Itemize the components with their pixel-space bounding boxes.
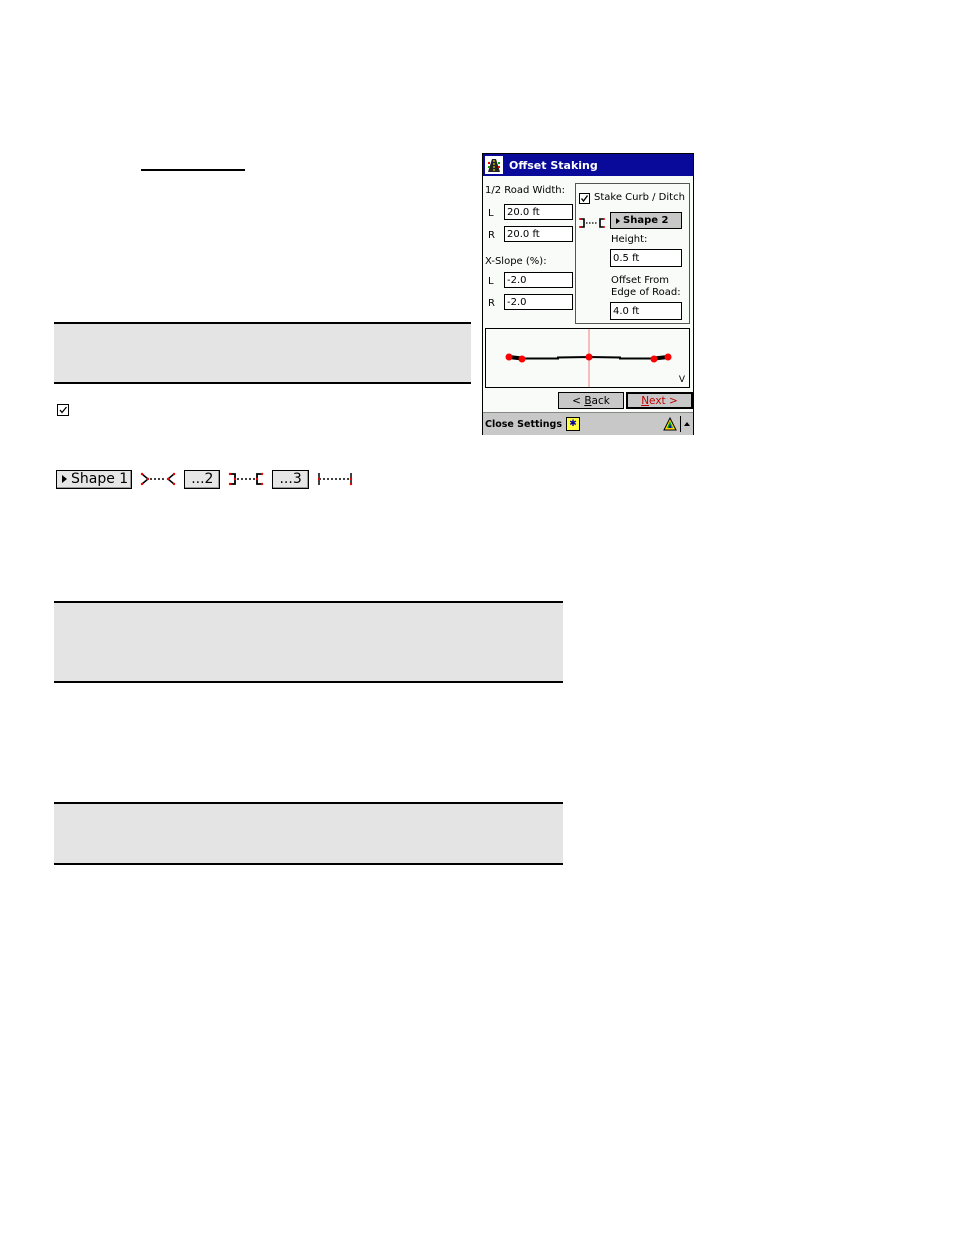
- status-bar: Close Settings ✱: [483, 412, 693, 435]
- shape-3-label: ...3: [279, 470, 302, 487]
- stake-curb-label: Stake Curb / Ditch: [594, 192, 685, 203]
- note-box: [54, 601, 563, 683]
- xslope-left-input[interactable]: -2.0: [504, 272, 573, 288]
- cross-section-preview: V: [485, 328, 690, 388]
- star-icon[interactable]: ✱: [566, 417, 581, 431]
- xslope-label: X-Slope (%):: [485, 256, 547, 267]
- shape-select-button[interactable]: Shape 2: [610, 212, 682, 229]
- curb-shape-3-icon: [317, 471, 353, 487]
- gps-triangle-icon[interactable]: [663, 416, 677, 431]
- close-settings-link[interactable]: Close Settings: [485, 419, 562, 430]
- shape-button-row: Shape 1 ...2 ...3: [56, 469, 361, 489]
- play-arrow-icon: [62, 475, 67, 483]
- road-app-icon: [485, 156, 503, 174]
- xslope-right-label: R: [488, 298, 495, 309]
- profile-point: [585, 353, 593, 361]
- stake-curb-checkbox[interactable]: [579, 193, 590, 204]
- offset-staking-dialog: Offset Staking 1/2 Road Width: L 20.0 ft…: [482, 153, 694, 435]
- play-arrow-icon: [616, 217, 620, 224]
- height-input[interactable]: 0.5 ft: [610, 249, 682, 267]
- shape-1-label: Shape 1: [71, 470, 129, 487]
- back-button[interactable]: < Back: [558, 392, 624, 409]
- next-button[interactable]: Next >: [626, 392, 693, 409]
- offset-label-line2: Edge of Road:: [611, 287, 681, 298]
- offset-label-line1: Offset From: [611, 275, 669, 286]
- road-width-label: 1/2 Road Width:: [485, 185, 565, 196]
- shape-2-label: ...2: [191, 470, 214, 487]
- checkbox-icon: [57, 404, 69, 416]
- shape-3-button[interactable]: ...3: [272, 469, 309, 489]
- heading-underline: [141, 169, 245, 171]
- road-width-left-label: L: [488, 208, 494, 219]
- profile-point: [664, 353, 672, 361]
- profile-point: [505, 353, 513, 361]
- dialog-title: Offset Staking: [509, 158, 598, 172]
- curb-shape-1-icon: [140, 471, 176, 487]
- back-label: < Back: [572, 394, 610, 407]
- xslope-left-label: L: [488, 276, 494, 287]
- road-width-left-input[interactable]: 20.0 ft: [504, 204, 573, 220]
- shape-select-label: Shape 2: [623, 215, 669, 226]
- status-divider: [680, 416, 681, 432]
- road-width-right-input[interactable]: 20.0 ft: [504, 226, 573, 242]
- curb-shape-2-icon: [228, 471, 264, 487]
- road-width-right-label: R: [488, 230, 495, 241]
- expand-up-arrow-icon[interactable]: [684, 422, 690, 426]
- dialog-body: 1/2 Road Width: L 20.0 ft R 20.0 ft X-Sl…: [483, 176, 693, 412]
- height-label: Height:: [611, 234, 648, 245]
- offset-input[interactable]: 4.0 ft: [610, 302, 682, 320]
- note-box: [54, 802, 563, 865]
- profile-point: [518, 355, 526, 363]
- profile-point: [650, 355, 658, 363]
- note-box: [54, 322, 471, 384]
- shape-1-button[interactable]: Shape 1: [56, 469, 133, 489]
- view-indicator: V: [678, 375, 685, 385]
- next-label: Next >: [641, 394, 678, 407]
- xslope-right-input[interactable]: -2.0: [504, 294, 573, 310]
- dialog-title-bar: Offset Staking: [483, 154, 693, 176]
- curb-shape-2-icon: [579, 214, 605, 233]
- shape-2-button[interactable]: ...2: [184, 469, 221, 489]
